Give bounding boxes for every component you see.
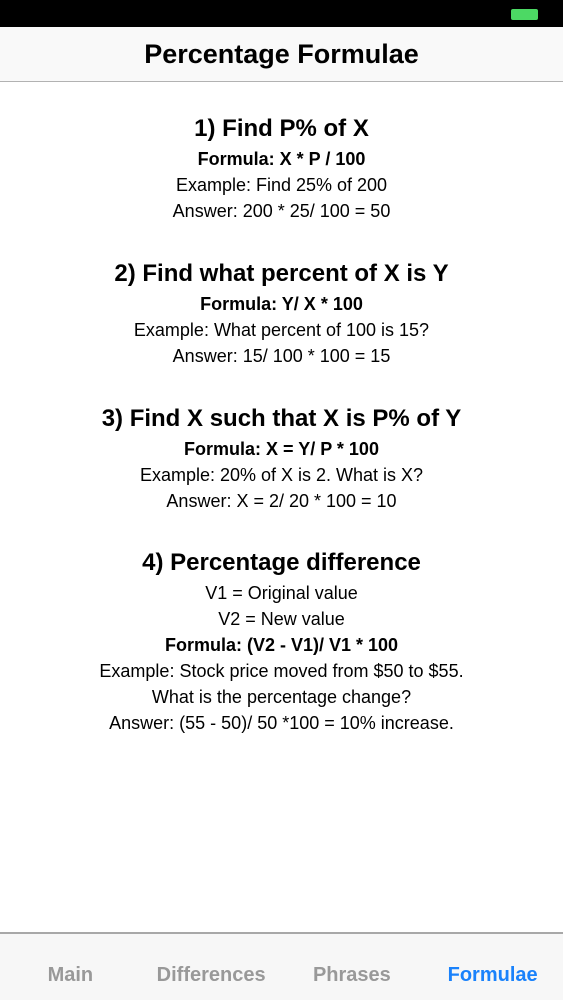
section-answer: Answer: 200 * 25/ 100 = 50 [172, 201, 391, 221]
navigation-bar: Percentage Formulae [0, 27, 563, 82]
tab-formulae[interactable]: Formulae [422, 934, 563, 1000]
tab-bar: Main Differences Phrases Formulae [0, 932, 563, 1000]
section-answer: Answer: 15/ 100 * 100 = 15 [172, 346, 391, 366]
section-formula: Formula: Y/ X * 100 [200, 294, 363, 314]
section-heading: 4) Percentage difference [142, 549, 421, 576]
status-bar [0, 0, 563, 27]
page-title: Percentage Formulae [144, 38, 419, 69]
section-what-percent: 2) Find what percent of X is Y Formula: … [0, 259, 563, 369]
section-answer: Answer: X = 2/ 20 * 100 = 10 [166, 491, 397, 511]
section-definition: V2 = New value [218, 609, 345, 629]
section-heading: 3) Find X such that X is P% of Y [101, 405, 462, 432]
section-formula: Formula: X = Y/ P * 100 [184, 439, 379, 459]
section-formula: Formula: (V2 - V1)/ V1 * 100 [164, 635, 399, 655]
section-heading: 2) Find what percent of X is Y [114, 260, 449, 287]
section-example: Example: What percent of 100 is 15? [133, 320, 430, 340]
section-percentage-difference: 4) Percentage difference V1 = Original v… [0, 548, 563, 736]
tab-main[interactable]: Main [0, 934, 141, 1000]
section-heading: 1) Find P% of X [194, 115, 369, 142]
section-question: What is the percentage change? [151, 687, 412, 707]
section-example: Example: Find 25% of 200 [175, 175, 388, 195]
section-answer: Answer: (55 - 50)/ 50 *100 = 10% increas… [109, 713, 454, 733]
tab-phrases[interactable]: Phrases [282, 934, 423, 1000]
formulae-content: 1) Find P% of X Formula: X * P / 100 Exa… [0, 82, 563, 932]
section-example: Example: 20% of X is 2. What is X? [139, 465, 424, 485]
tab-differences[interactable]: Differences [141, 934, 282, 1000]
section-find-p-of-x: 1) Find P% of X Formula: X * P / 100 Exa… [0, 114, 563, 224]
battery-icon [511, 9, 538, 20]
section-find-x: 3) Find X such that X is P% of Y Formula… [0, 404, 563, 514]
section-formula: Formula: X * P / 100 [197, 149, 366, 169]
section-definition: V1 = Original value [205, 583, 358, 603]
section-example: Example: Stock price moved from $50 to $… [99, 661, 464, 681]
